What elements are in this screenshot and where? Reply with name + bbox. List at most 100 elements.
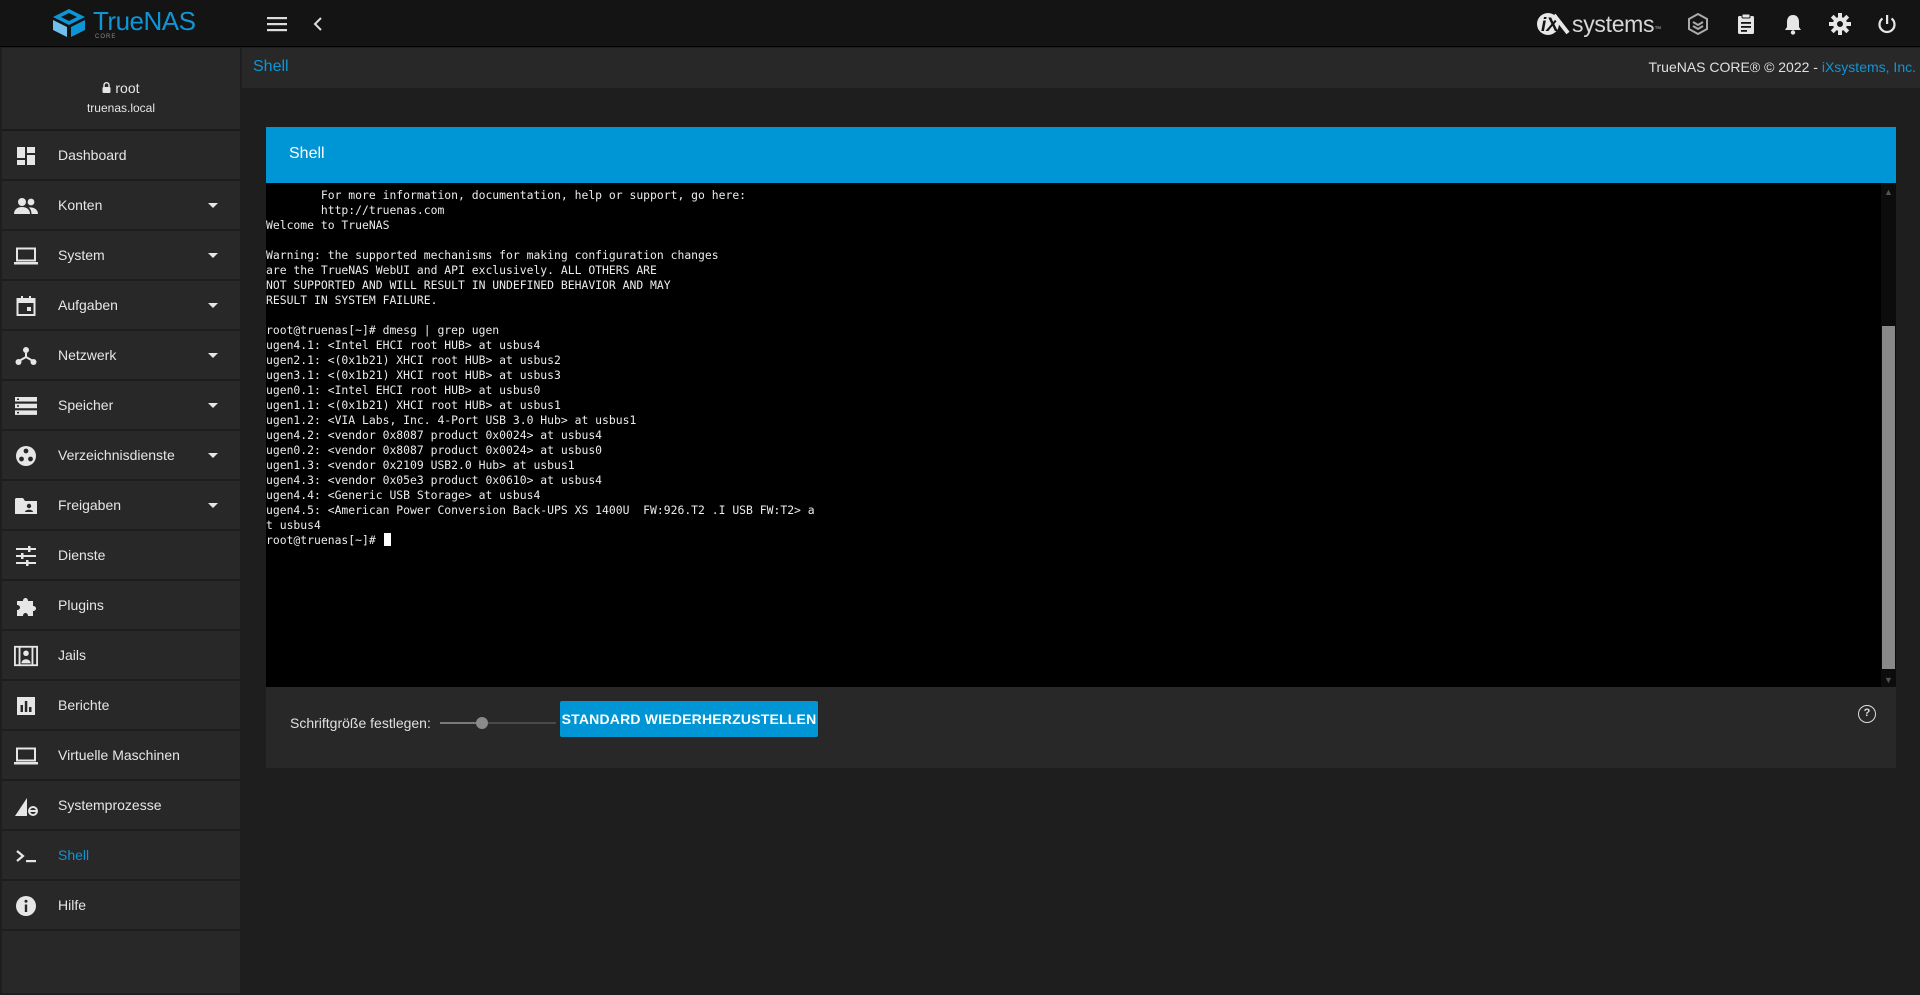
ixsystems-logo[interactable]: iX systems ™ xyxy=(1536,8,1661,40)
font-size-label: Schriftgröße festlegen: xyxy=(290,715,431,731)
caret-down-icon xyxy=(208,303,218,308)
sidebar-item-label: Systemprozesse xyxy=(58,797,162,813)
sidebar-item-hilfe[interactable]: Hilfe xyxy=(2,881,240,931)
terminal-line: ugen1.2: <VIA Labs, Inc. 4-Port USB 3.0 … xyxy=(266,413,637,427)
terminal-line: Warning: the supported mechanisms for ma… xyxy=(266,248,719,262)
processes-icon xyxy=(14,795,38,817)
terminal-output[interactable]: For more information, documentation, hel… xyxy=(266,183,1881,687)
sidebar-item-label: Virtuelle Maschinen xyxy=(58,747,180,763)
sidebar-item-label: System xyxy=(58,247,105,263)
sidebar-item-netzwerk[interactable]: Netzwerk xyxy=(2,331,240,381)
help-circle-icon[interactable]: ? xyxy=(1858,705,1876,723)
logo-edition: CORE xyxy=(95,34,117,40)
sidebar-item-virtuelle-maschinen[interactable]: Virtuelle Maschinen xyxy=(2,731,240,781)
info-icon xyxy=(14,895,38,917)
collapse-sidebar-button[interactable] xyxy=(304,10,332,38)
directory-icon xyxy=(14,445,38,467)
caret-down-icon xyxy=(208,253,218,258)
terminal-line: Welcome to TrueNAS xyxy=(266,218,390,232)
people-icon xyxy=(14,195,38,217)
slider-thumb[interactable] xyxy=(476,717,488,729)
truenas-app: TrueNAS CORE iX systems ™ Shell TrueNAS … xyxy=(0,0,1920,995)
sidebar-item-label: Verzeichnisdienste xyxy=(58,447,175,463)
terminal-line: t usbus4 xyxy=(266,518,321,532)
sidebar-item-label: Speicher xyxy=(58,397,114,413)
terminal-icon xyxy=(14,845,38,867)
copyright-text: TrueNAS CORE® © 2022 - iXsystems, Inc. xyxy=(1648,59,1916,75)
sidebar-item-shell[interactable]: Shell xyxy=(2,831,240,881)
top-bar: TrueNAS CORE iX systems ™ xyxy=(0,0,1920,47)
user-name-row: root xyxy=(2,80,240,96)
terminal-line: ugen4.1: <Intel EHCI root HUB> at usbus4 xyxy=(266,338,541,352)
sidebar-item-jails[interactable]: Jails xyxy=(2,631,240,681)
sidebar-nav: Dashboard Konten System Aufgaben Netzwer… xyxy=(2,131,240,931)
scroll-up-icon[interactable]: ▲ xyxy=(1884,187,1893,197)
sidebar-item-dienste[interactable]: Dienste xyxy=(2,531,240,581)
notifications-button[interactable] xyxy=(1779,10,1807,38)
scrollbar-thumb[interactable] xyxy=(1882,326,1895,669)
terminal-scrollbar[interactable]: ▲ ▼ xyxy=(1881,183,1896,687)
jail-icon xyxy=(14,645,38,667)
font-size-slider[interactable] xyxy=(440,711,556,735)
terminal-line: ugen0.1: <Intel EHCI root HUB> at usbus0 xyxy=(266,383,541,397)
sidebar-item-systemprozesse[interactable]: Systemprozesse xyxy=(2,781,240,831)
terminal-line: ugen0.2: <vendor 0x8087 product 0x0024> … xyxy=(266,443,603,457)
terminal-line: ugen1.3: <vendor 0x2109 USB2.0 Hub> at u… xyxy=(266,458,575,472)
folder-shared-icon xyxy=(14,495,38,517)
sidebar-item-label: Plugins xyxy=(58,597,104,613)
menu-icon xyxy=(267,17,287,32)
clipboard-icon xyxy=(1738,13,1754,34)
ix-logo-icon: iX xyxy=(1537,13,1570,36)
terminal-line: http://truenas.com xyxy=(266,203,445,217)
sidebar-item-label: Aufgaben xyxy=(58,297,118,313)
task-manager-button[interactable] xyxy=(1732,10,1760,38)
logo-text-group: TrueNAS CORE xyxy=(93,6,196,40)
terminal-line: ugen4.3: <vendor 0x05e3 product 0x0610> … xyxy=(266,473,603,487)
terminal-cursor xyxy=(383,533,391,546)
puzzle-icon xyxy=(14,595,38,617)
sidebar-item-dashboard[interactable]: Dashboard xyxy=(2,131,240,181)
sidebar-item-freigaben[interactable]: Freigaben xyxy=(2,481,240,531)
sidebar-item-aufgaben[interactable]: Aufgaben xyxy=(2,281,240,331)
truecommand-button[interactable] xyxy=(1684,10,1712,38)
chevron-left-icon xyxy=(313,17,322,31)
power-button[interactable] xyxy=(1873,10,1901,38)
menu-toggle-button[interactable] xyxy=(263,10,291,38)
scroll-down-icon[interactable]: ▼ xyxy=(1884,675,1893,685)
terminal-line: ugen2.1: <(0x1b21) XHCI root HUB> at usb… xyxy=(266,353,561,367)
caret-down-icon xyxy=(208,403,218,408)
hostname: truenas.local xyxy=(86,101,156,115)
terminal-line: ugen4.4: <Generic USB Storage> at usbus4 xyxy=(266,488,541,502)
terminal-line: NOT SUPPORTED AND WILL RESULT IN UNDEFIN… xyxy=(266,278,671,292)
sidebar-item-system[interactable]: System xyxy=(2,231,240,281)
settings-button[interactable] xyxy=(1826,10,1854,38)
truenas-logo[interactable]: TrueNAS CORE xyxy=(50,6,196,40)
company-link[interactable]: iXsystems, Inc. xyxy=(1822,59,1916,75)
username: root xyxy=(115,80,140,96)
breadcrumb-current[interactable]: Shell xyxy=(253,58,289,76)
sidebar-item-plugins[interactable]: Plugins xyxy=(2,581,240,631)
sidebar-item-verzeichnisdienste[interactable]: Verzeichnisdienste xyxy=(2,431,240,481)
caret-down-icon xyxy=(208,453,218,458)
terminal-line: ugen4.2: <vendor 0x8087 product 0x0024> … xyxy=(266,428,603,442)
user-info: root truenas.local xyxy=(2,48,240,131)
caret-down-icon xyxy=(208,203,218,208)
calendar-icon xyxy=(14,295,38,317)
sidebar-item-speicher[interactable]: Speicher xyxy=(2,381,240,431)
bell-icon xyxy=(1785,15,1801,35)
terminal-line: are the TrueNAS WebUI and API exclusivel… xyxy=(266,263,657,277)
terminal-line: ugen4.5: <American Power Conversion Back… xyxy=(266,503,815,517)
terminal-line: For more information, documentation, hel… xyxy=(266,188,747,202)
shell-card-title: Shell xyxy=(289,145,325,162)
sidebar-item-label: Freigaben xyxy=(58,497,122,513)
truecommand-icon xyxy=(1688,13,1708,35)
reset-defaults-button[interactable]: STANDARD WIEDERHERZUSTELLEN xyxy=(560,701,818,737)
terminal-line: ugen1.1: <(0x1b21) XHCI root HUB> at usb… xyxy=(266,398,561,412)
sidebar-item-konten[interactable]: Konten xyxy=(2,181,240,231)
shell-controls: Schriftgröße festlegen: STANDARD WIEDERH… xyxy=(266,687,1896,768)
shell-card-header: Shell xyxy=(266,127,1896,183)
sidebar-item-berichte[interactable]: Berichte xyxy=(2,681,240,731)
sidebar-item-label: Dienste xyxy=(58,547,106,563)
terminal-line: ugen3.1: <(0x1b21) XHCI root HUB> at usb… xyxy=(266,368,561,382)
